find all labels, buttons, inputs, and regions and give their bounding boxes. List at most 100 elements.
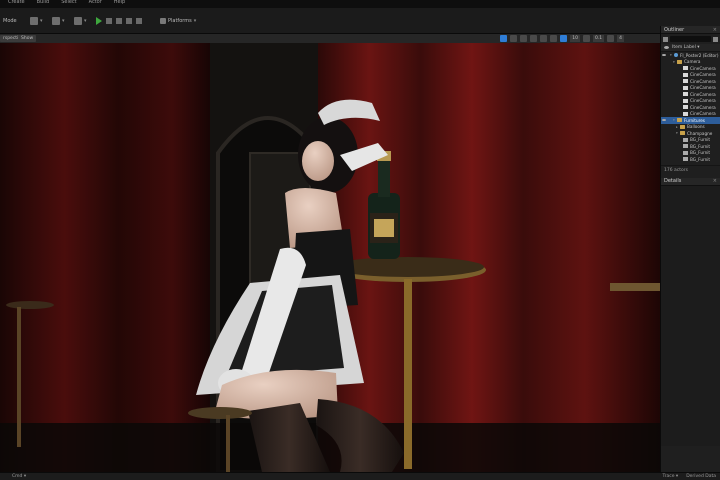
clapper-icon	[74, 17, 82, 25]
grid-snap-icon[interactable]	[560, 35, 568, 42]
rotation-snap-icon[interactable]	[582, 35, 590, 42]
play-icon[interactable]	[96, 17, 102, 25]
play-options-icon[interactable]	[136, 18, 142, 24]
outliner-toolbar	[661, 34, 720, 44]
sequencer-button[interactable]: ▾	[74, 14, 87, 28]
outliner-row-label: Camera	[684, 59, 701, 65]
close-icon[interactable]: ×	[713, 178, 717, 184]
cam-icon	[683, 92, 688, 97]
outliner-row-label: CineCamera	[690, 111, 716, 117]
rotation-snap-value[interactable]: 0.1	[592, 35, 605, 42]
menu-item[interactable]: Build	[37, 0, 50, 5]
chevron-down-icon: ▾	[193, 18, 197, 24]
outliner-search-input[interactable]	[670, 36, 711, 42]
cam-icon	[683, 85, 688, 90]
visibility-toggle-icon[interactable]	[661, 143, 667, 149]
show-button[interactable]: Show	[18, 35, 37, 42]
visibility-toggle-icon[interactable]	[661, 137, 667, 143]
details-header: Details ×	[661, 177, 720, 186]
visibility-toggle-icon[interactable]	[661, 52, 667, 58]
folder-icon	[677, 118, 682, 123]
play-controls	[96, 14, 142, 28]
outliner-row-label: BG_Furnit	[690, 150, 711, 156]
visibility-toggle-icon[interactable]	[661, 65, 667, 71]
outliner-row-label: CineCamera	[690, 98, 716, 104]
actor-icon	[683, 137, 688, 142]
select-mode-icon[interactable]	[500, 35, 508, 42]
step-icon[interactable]	[106, 18, 112, 24]
cam-icon	[683, 98, 688, 103]
visibility-toggle-icon[interactable]	[661, 111, 667, 117]
outliner-row-label: CineCamera	[690, 85, 716, 91]
platforms-button[interactable]: Platforms ▾	[156, 14, 200, 28]
derived-data-button[interactable]: Derived Data	[686, 473, 716, 480]
stop-icon[interactable]	[116, 18, 122, 24]
visibility-toggle-icon[interactable]	[661, 91, 667, 97]
folder-icon	[680, 131, 685, 136]
visibility-toggle-icon[interactable]	[661, 104, 667, 110]
menu-item[interactable]: Help	[114, 0, 125, 5]
close-icon[interactable]: ×	[713, 27, 717, 33]
cam-icon	[683, 66, 688, 71]
outliner-column-header[interactable]: Item Label ▾	[661, 44, 720, 52]
mode-label: Mode	[3, 18, 17, 24]
outliner-row-label: Champagne	[687, 130, 713, 136]
outliner-title: Outliner	[664, 26, 685, 33]
blueprint-icon	[52, 17, 60, 25]
visibility-toggle-icon[interactable]	[661, 78, 667, 84]
world-icon	[674, 53, 678, 58]
level-viewport[interactable]	[0, 43, 660, 472]
cam-icon	[683, 111, 688, 116]
main-toolbar: Mode ▾ ▾ ▾ Platforms ▾	[0, 8, 720, 34]
outliner-row-label: BG_Furnit	[690, 137, 711, 143]
filter-icon[interactable]	[663, 36, 668, 42]
menu-item[interactable]: Create	[8, 0, 25, 5]
outliner-row-label: CineCamera	[690, 72, 716, 78]
outliner-row-label: Furnitures	[684, 117, 705, 123]
outliner-row-label: CineCamera	[690, 78, 716, 84]
viewport-transform-tools: 10 0.1 4	[500, 35, 624, 42]
visibility-toggle-icon[interactable]	[661, 117, 667, 123]
details-panel	[661, 185, 720, 446]
outliner-tree: ▾ FI_Poster2 (Editor) ▾ Camera CineCamera Cin…	[661, 52, 720, 163]
menu-item[interactable]: Select	[61, 0, 76, 5]
surface-snap-icon[interactable]	[550, 35, 558, 42]
visibility-toggle-icon[interactable]	[661, 150, 667, 156]
actor-icon	[683, 144, 688, 149]
menu-item[interactable]: Actor	[89, 0, 102, 5]
visibility-toggle-icon[interactable]	[661, 130, 667, 136]
grid-snap-value[interactable]: 10	[570, 35, 580, 42]
outliner-row-label: CineCamera	[690, 91, 716, 97]
create-icon	[30, 17, 38, 25]
world-local-icon[interactable]	[540, 35, 548, 42]
visibility-toggle-icon[interactable]	[661, 124, 667, 130]
trace-button[interactable]: Trace ▾	[663, 473, 679, 480]
eject-icon[interactable]	[126, 18, 132, 24]
scale-icon[interactable]	[530, 35, 538, 42]
outliner-header: Outliner ×	[661, 26, 720, 34]
right-side-panel: Outliner × Item Label ▾ ▾ FI_Poster2 (Edi…	[660, 26, 720, 472]
visibility-toggle-icon[interactable]	[661, 98, 667, 104]
viewport-toolbar: rspective Show 10 0.1 4	[0, 34, 660, 43]
rotate-icon[interactable]	[520, 35, 528, 42]
move-icon[interactable]	[510, 35, 518, 42]
platforms-icon	[160, 18, 166, 24]
mode-button[interactable]: Mode	[0, 14, 20, 28]
create-button[interactable]: ▾	[30, 14, 43, 28]
status-bar: Cmd ▾ Trace ▾ Derived Data	[0, 472, 720, 480]
outliner-row-label: BG_Furnit	[690, 156, 711, 162]
cam-icon	[683, 79, 688, 84]
visibility-toggle-icon[interactable]	[661, 156, 667, 162]
settings-icon[interactable]	[713, 36, 718, 42]
camera-speed-icon[interactable]	[607, 35, 615, 42]
cmd-button[interactable]: Cmd ▾	[12, 473, 26, 480]
visibility-toggle-icon[interactable]	[661, 59, 667, 65]
camera-speed-value[interactable]: 4	[617, 35, 624, 42]
visibility-toggle-icon[interactable]	[661, 72, 667, 78]
blueprint-button[interactable]: ▾	[52, 14, 65, 28]
folder-icon	[677, 59, 682, 64]
outliner-row-label: FI_Poster2 (Editor)	[680, 52, 719, 58]
visibility-toggle-icon[interactable]	[661, 85, 667, 91]
outliner-row[interactable]: BG_Furnit	[661, 156, 720, 163]
outliner-row-label: CineCamera	[690, 65, 716, 71]
